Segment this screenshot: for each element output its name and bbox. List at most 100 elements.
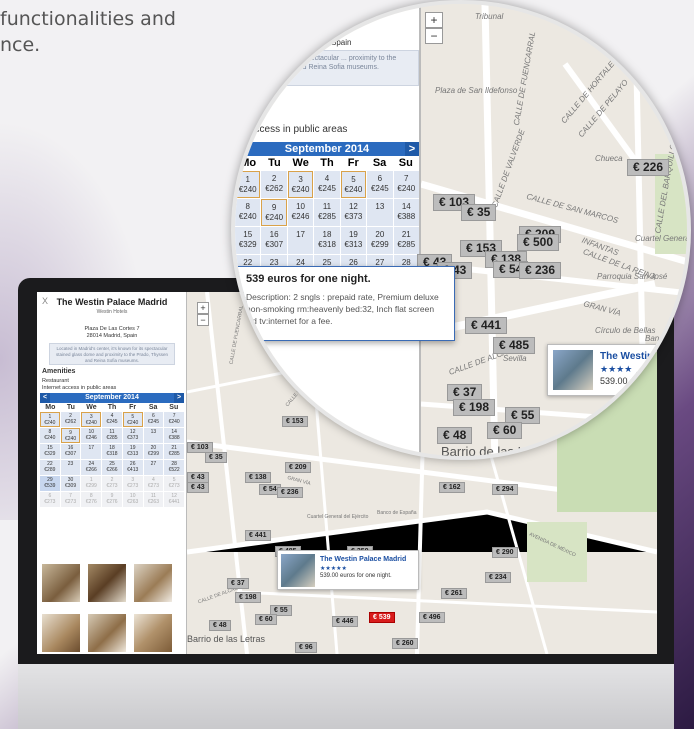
price-marker[interactable]: € 209 xyxy=(285,462,311,473)
price-marker[interactable]: € 35 xyxy=(205,452,227,463)
calendar-prev-button[interactable]: < xyxy=(40,393,50,403)
calendar-day[interactable]: 23 xyxy=(60,460,81,475)
calendar-day[interactable]: 2 €262 xyxy=(60,412,81,427)
price-marker[interactable]: € 539 xyxy=(369,612,395,623)
calendar-next-button[interactable]: > xyxy=(174,393,184,403)
photo-thumbnail[interactable] xyxy=(88,564,126,602)
zoom-in-button[interactable]: + xyxy=(197,302,209,314)
photo-thumbnail[interactable] xyxy=(134,614,172,652)
calendar-day[interactable]: 4 €245 xyxy=(314,171,340,198)
magnified-price-marker[interactable]: € 500 xyxy=(517,234,560,251)
calendar-day[interactable]: 4€273 xyxy=(143,476,164,491)
calendar-day[interactable]: 29€539 xyxy=(40,476,60,491)
calendar-day[interactable]: 15 €329 xyxy=(235,227,261,254)
price-marker[interactable]: € 294 xyxy=(492,484,518,495)
price-marker[interactable]: € 496 xyxy=(419,612,445,623)
calendar-day[interactable]: 5 €240 xyxy=(122,412,143,427)
calendar-day[interactable]: 28€522 xyxy=(164,460,184,475)
photo-thumbnail[interactable] xyxy=(42,614,80,652)
calendar-day[interactable]: 17 xyxy=(287,227,314,254)
calendar-day[interactable]: 3 €240 xyxy=(287,171,314,198)
price-marker[interactable]: € 234 xyxy=(485,572,511,583)
calendar-day[interactable]: 6 €245 xyxy=(367,171,393,198)
photo-thumbnail[interactable] xyxy=(42,564,80,602)
calendar-day[interactable]: 8 €276 xyxy=(81,492,102,507)
magnified-price-marker[interactable]: € 48 xyxy=(437,427,473,444)
calendar-day[interactable]: 1 €240 xyxy=(235,171,261,198)
calendar-day[interactable]: 30€309 xyxy=(60,476,81,491)
price-marker[interactable]: € 441 xyxy=(245,530,271,541)
calendar-day[interactable]: 27 xyxy=(143,460,164,475)
calendar-day[interactable]: 17 xyxy=(81,444,102,459)
zoom-out-button[interactable]: − xyxy=(197,314,209,326)
calendar-day[interactable]: 8 €240 xyxy=(235,199,261,226)
calendar-day[interactable]: 26€413 xyxy=(122,460,143,475)
calendar-day[interactable]: 21 €285 xyxy=(164,444,184,459)
magnified-zoom-out-button[interactable]: − xyxy=(425,28,443,44)
calendar-day[interactable]: 11 €285 xyxy=(314,199,340,226)
calendar-day[interactable]: 10 €246 xyxy=(287,199,314,226)
price-marker[interactable]: € 198 xyxy=(235,592,261,603)
magnified-zoom-in-button[interactable]: + xyxy=(425,12,443,28)
hotel-popup[interactable]: The Westin Palace Madrid ★★★★★ 539.00 eu… xyxy=(277,550,419,590)
calendar-day[interactable]: 22€289 xyxy=(40,460,60,475)
calendar-day[interactable]: 16 €307 xyxy=(261,227,287,254)
magnified-price-marker[interactable]: € 198 xyxy=(453,399,496,416)
price-marker[interactable]: € 138 xyxy=(245,472,271,483)
calendar-day[interactable]: 4 €245 xyxy=(102,412,122,427)
price-marker[interactable]: € 260 xyxy=(392,638,418,649)
calendar-day[interactable]: 3 €240 xyxy=(81,412,102,427)
calendar-day[interactable]: 2 €262 xyxy=(261,171,287,198)
price-marker[interactable]: € 261 xyxy=(441,588,467,599)
calendar-day[interactable]: 14 €388 xyxy=(393,199,419,226)
calendar-day[interactable]: 7 €240 xyxy=(164,412,184,427)
calendar-day[interactable]: 6 €245 xyxy=(143,412,164,427)
photo-thumbnail[interactable] xyxy=(134,564,172,602)
price-marker[interactable]: € 162 xyxy=(439,482,465,493)
popup-hotel-name[interactable]: The Westin Palace Madrid xyxy=(320,556,406,563)
calendar-day[interactable]: 18 €318 xyxy=(102,444,122,459)
calendar-day[interactable]: 6 €273 xyxy=(40,492,60,507)
calendar-day[interactable]: 10 €263 xyxy=(122,492,143,507)
photo-thumbnail[interactable] xyxy=(88,614,126,652)
magnified-price-marker[interactable]: € 236 xyxy=(519,262,562,279)
price-marker[interactable]: € 60 xyxy=(255,614,277,625)
calendar-day[interactable]: 2€273 xyxy=(102,476,122,491)
calendar-day[interactable]: 9 €240 xyxy=(60,428,81,443)
price-marker[interactable]: € 236 xyxy=(277,487,303,498)
magnified-price-marker[interactable]: € 226 xyxy=(627,159,670,176)
price-marker[interactable]: € 446 xyxy=(332,616,358,627)
calendar-day[interactable]: 11 €285 xyxy=(102,428,122,443)
calendar-day[interactable]: 15 €329 xyxy=(40,444,60,459)
calendar-day[interactable]: 21 €285 xyxy=(393,227,419,254)
calendar-day[interactable]: 24€266 xyxy=(81,460,102,475)
calendar-day[interactable]: 12 €441 xyxy=(164,492,184,507)
calendar-day[interactable]: 19 €313 xyxy=(122,444,143,459)
calendar-day[interactable]: 10 €246 xyxy=(81,428,102,443)
calendar-day[interactable]: 8 €240 xyxy=(40,428,60,443)
calendar-day[interactable]: 12 €373 xyxy=(340,199,367,226)
calendar-day[interactable]: 13 xyxy=(367,199,393,226)
calendar-day[interactable]: 14 €388 xyxy=(164,428,184,443)
calendar-day[interactable]: 9 €276 xyxy=(102,492,122,507)
magnified-calendar-next-button[interactable]: > xyxy=(405,142,419,156)
calendar-day[interactable]: 7 €273 xyxy=(60,492,81,507)
calendar-day[interactable]: 1€299 xyxy=(81,476,102,491)
price-marker[interactable]: € 48 xyxy=(209,620,231,631)
magnified-hotel-popup[interactable]: The Westin ★★★★ 539.00 eu xyxy=(547,344,687,396)
price-marker[interactable]: € 103 xyxy=(187,442,213,453)
price-marker[interactable]: € 37 xyxy=(227,578,249,589)
calendar-day[interactable]: 13 xyxy=(143,428,164,443)
calendar-day[interactable]: 11 €263 xyxy=(143,492,164,507)
calendar-day[interactable]: 3€273 xyxy=(122,476,143,491)
magnified-popup-name[interactable]: The Westin xyxy=(600,351,653,362)
calendar-day[interactable]: 5€273 xyxy=(164,476,184,491)
magnified-price-marker[interactable]: € 60 xyxy=(487,422,523,439)
calendar-day[interactable]: 7 €240 xyxy=(393,171,419,198)
calendar-day[interactable]: 5 €240 xyxy=(340,171,367,198)
calendar-day[interactable]: 19 €313 xyxy=(340,227,367,254)
calendar-day[interactable]: 12 €373 xyxy=(122,428,143,443)
price-marker[interactable]: € 43 xyxy=(187,482,209,493)
magnified-price-marker[interactable]: € 441 xyxy=(465,317,508,334)
magnified-price-marker[interactable]: € 336 xyxy=(615,409,658,426)
